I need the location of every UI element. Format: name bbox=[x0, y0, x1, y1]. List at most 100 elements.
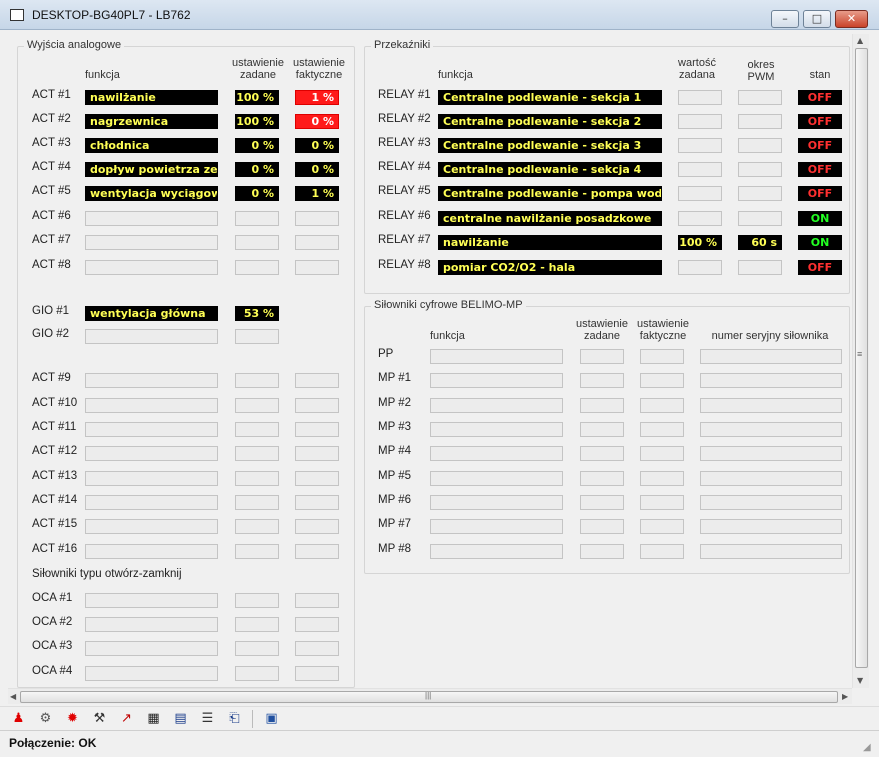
vertical-scrollbar[interactable]: ▲ ≡ ▼ bbox=[852, 34, 869, 688]
act-function-field[interactable] bbox=[85, 519, 218, 534]
red-gear-icon[interactable]: ✹ bbox=[63, 710, 82, 728]
act-setpoint-field[interactable] bbox=[235, 398, 279, 413]
belimo-setpoint-field[interactable] bbox=[580, 398, 624, 413]
relay-state-indicator[interactable]: ON bbox=[798, 211, 842, 226]
document-list-icon[interactable]: ☰ bbox=[198, 710, 217, 728]
relay-pwm-field[interactable] bbox=[738, 260, 782, 275]
act-setpoint-field[interactable] bbox=[235, 471, 279, 486]
oca-function-field[interactable] bbox=[85, 641, 218, 656]
belimo-setpoint-field[interactable] bbox=[580, 422, 624, 437]
act-function-field[interactable] bbox=[85, 235, 218, 250]
belimo-function-field[interactable] bbox=[430, 495, 563, 510]
act-setpoint-field[interactable]: 0 % bbox=[235, 162, 279, 177]
scroll-down-icon[interactable]: ▼ bbox=[857, 676, 863, 685]
oca-function-field[interactable] bbox=[85, 593, 218, 608]
act-setpoint-field[interactable] bbox=[235, 211, 279, 226]
act-function-field[interactable]: dopływ powietrza zewn bbox=[85, 162, 218, 177]
oca-setpoint-field[interactable] bbox=[235, 617, 279, 632]
relay-pwm-field[interactable] bbox=[738, 162, 782, 177]
relay-function-field[interactable]: Centralne podlewanie - sekcja 1 bbox=[438, 90, 662, 105]
belimo-function-field[interactable] bbox=[430, 398, 563, 413]
vertical-scroll-thumb[interactable]: ≡ bbox=[855, 48, 868, 668]
relay-pwm-field[interactable] bbox=[738, 90, 782, 105]
relay-value-field[interactable] bbox=[678, 138, 722, 153]
oca-function-field[interactable] bbox=[85, 617, 218, 632]
act-function-field[interactable] bbox=[85, 422, 218, 437]
act-setpoint-field[interactable] bbox=[235, 373, 279, 388]
act-function-field[interactable] bbox=[85, 211, 218, 226]
relay-value-field[interactable] bbox=[678, 162, 722, 177]
relay-value-field[interactable] bbox=[678, 186, 722, 201]
belimo-function-field[interactable] bbox=[430, 519, 563, 534]
act-setpoint-field[interactable] bbox=[235, 422, 279, 437]
relay-function-field[interactable]: centralne nawilżanie posadzkowe bbox=[438, 211, 662, 226]
act-setpoint-field[interactable]: 0 % bbox=[235, 138, 279, 153]
gio-function-field[interactable] bbox=[85, 329, 218, 344]
relay-function-field[interactable]: Centralne podlewanie - sekcja 3 bbox=[438, 138, 662, 153]
act-setpoint-field[interactable]: 100 % bbox=[235, 114, 279, 129]
act-function-field[interactable] bbox=[85, 260, 218, 275]
act-function-field[interactable] bbox=[85, 446, 218, 461]
relay-value-field[interactable] bbox=[678, 90, 722, 105]
open-book-icon[interactable]: ⎗ bbox=[225, 710, 244, 728]
relay-pwm-field[interactable] bbox=[738, 138, 782, 153]
resize-grip-icon[interactable]: ◢ bbox=[863, 742, 875, 754]
act-setpoint-field[interactable] bbox=[235, 446, 279, 461]
relay-state-indicator[interactable]: OFF bbox=[798, 186, 842, 201]
relay-function-field[interactable]: Centralne podlewanie - pompa wody bbox=[438, 186, 662, 201]
act-function-field[interactable] bbox=[85, 471, 218, 486]
relay-function-field[interactable]: Centralne podlewanie - sekcja 4 bbox=[438, 162, 662, 177]
act-function-field[interactable]: chłodnica bbox=[85, 138, 218, 153]
act-function-field[interactable] bbox=[85, 398, 218, 413]
belimo-function-field[interactable] bbox=[430, 544, 563, 559]
alarm-light-icon[interactable]: ♟ bbox=[9, 710, 28, 728]
relay-value-field[interactable] bbox=[678, 211, 722, 226]
minimize-button[interactable]: – bbox=[771, 10, 799, 28]
belimo-setpoint-field[interactable] bbox=[580, 349, 624, 364]
act-function-field[interactable]: nawilżanie bbox=[85, 90, 218, 105]
relay-pwm-field[interactable] bbox=[738, 186, 782, 201]
close-button[interactable]: ✕ bbox=[835, 10, 868, 28]
horizontal-scrollbar[interactable]: ◀ ||| ▶ bbox=[8, 688, 852, 704]
act-function-field[interactable] bbox=[85, 495, 218, 510]
book-icon[interactable]: ▤ bbox=[171, 710, 190, 728]
tools-icon[interactable]: ⚒ bbox=[90, 710, 109, 728]
belimo-setpoint-field[interactable] bbox=[580, 495, 624, 510]
table-grid-icon[interactable]: ▦ bbox=[144, 710, 163, 728]
belimo-function-field[interactable] bbox=[430, 422, 563, 437]
oca-function-field[interactable] bbox=[85, 666, 218, 681]
relay-value-field[interactable] bbox=[678, 260, 722, 275]
belimo-setpoint-field[interactable] bbox=[580, 471, 624, 486]
act-setpoint-field[interactable] bbox=[235, 495, 279, 510]
act-setpoint-field[interactable] bbox=[235, 260, 279, 275]
belimo-function-field[interactable] bbox=[430, 373, 563, 388]
relay-value-field[interactable]: 100 % bbox=[678, 235, 722, 250]
relay-state-indicator[interactable]: ON bbox=[798, 235, 842, 250]
maximize-button[interactable]: □ bbox=[803, 10, 831, 28]
act-function-field[interactable]: wentylacja wyciągowa bbox=[85, 186, 218, 201]
oca-setpoint-field[interactable] bbox=[235, 666, 279, 681]
oca-setpoint-field[interactable] bbox=[235, 593, 279, 608]
act-function-field[interactable]: nagrzewnica bbox=[85, 114, 218, 129]
relay-state-indicator[interactable]: OFF bbox=[798, 90, 842, 105]
belimo-function-field[interactable] bbox=[430, 446, 563, 461]
settings-gear-icon[interactable]: ⚙ bbox=[36, 710, 55, 728]
act-setpoint-field[interactable] bbox=[235, 519, 279, 534]
horizontal-scroll-thumb[interactable]: ||| bbox=[20, 691, 838, 703]
scroll-left-icon[interactable]: ◀ bbox=[10, 692, 16, 701]
relay-value-field[interactable] bbox=[678, 114, 722, 129]
belimo-setpoint-field[interactable] bbox=[580, 519, 624, 534]
belimo-setpoint-field[interactable] bbox=[580, 446, 624, 461]
scroll-up-icon[interactable]: ▲ bbox=[857, 36, 863, 45]
relay-state-indicator[interactable]: OFF bbox=[798, 138, 842, 153]
belimo-setpoint-field[interactable] bbox=[580, 373, 624, 388]
relay-state-indicator[interactable]: OFF bbox=[798, 162, 842, 177]
belimo-setpoint-field[interactable] bbox=[580, 544, 624, 559]
act-setpoint-field[interactable]: 0 % bbox=[235, 186, 279, 201]
scroll-right-icon[interactable]: ▶ bbox=[842, 692, 848, 701]
relay-state-indicator[interactable]: OFF bbox=[798, 114, 842, 129]
relay-function-field[interactable]: nawilżanie bbox=[438, 235, 662, 250]
gio-function-field[interactable]: wentylacja główna bbox=[85, 306, 218, 321]
monitor-icon[interactable]: ▣ bbox=[262, 710, 281, 728]
gio-setpoint-field[interactable] bbox=[235, 329, 279, 344]
